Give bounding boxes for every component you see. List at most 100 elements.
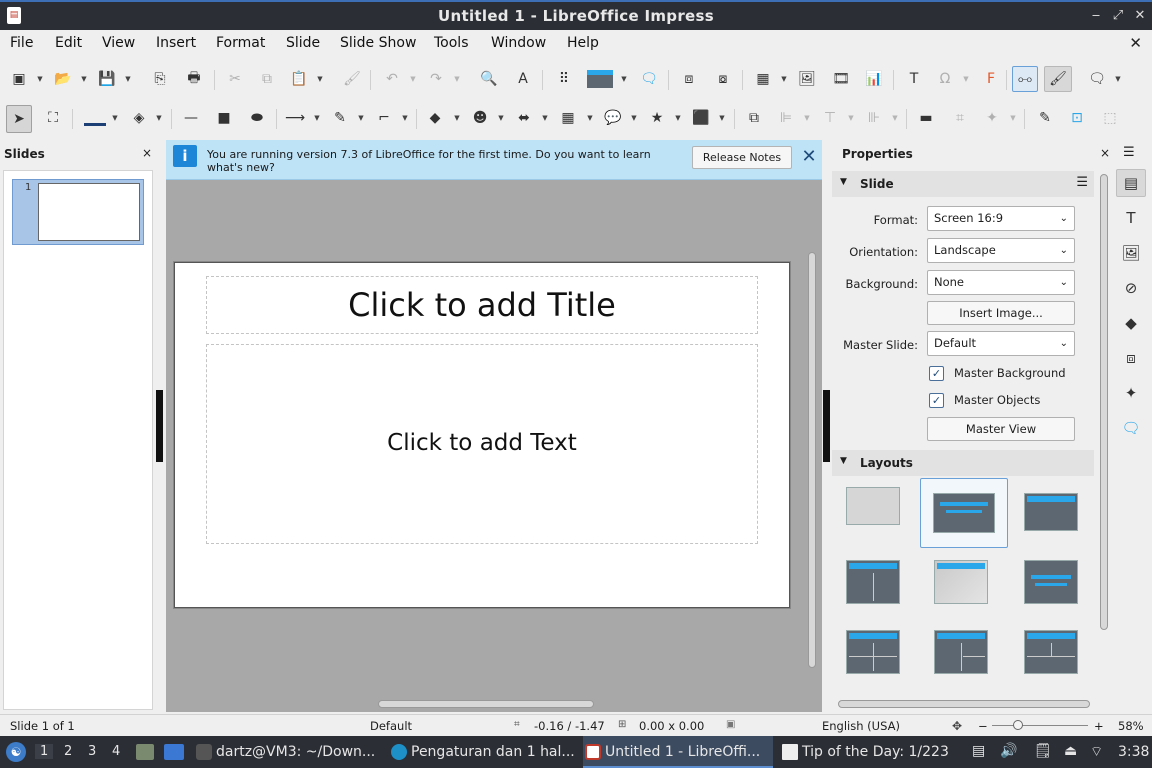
paste-icon[interactable]: 📋 [288, 68, 310, 90]
tab-navigator-icon[interactable]: ⊘ [1116, 274, 1146, 302]
workspace-3[interactable]: 3 [88, 744, 96, 759]
horizontal-scrollbar[interactable] [170, 698, 802, 710]
display-views-icon[interactable] [585, 68, 615, 90]
tab-slide-transition-icon[interactable]: ⧈ [1116, 344, 1146, 372]
network-icon[interactable]: ⌔ [1090, 743, 1103, 761]
start-from-current-slide-icon[interactable]: ⧇ [712, 68, 734, 90]
print-icon[interactable]: 🖶 [183, 68, 205, 90]
insert-image-icon[interactable]: 🖼 [796, 68, 818, 90]
flowchart-dropdown-icon[interactable]: ▼ [586, 107, 594, 129]
content-placeholder[interactable]: Click to add Text [206, 344, 758, 544]
3d-objects-dropdown-icon[interactable]: ▼ [718, 107, 726, 129]
layout-title-2-content-over-content[interactable] [1016, 628, 1086, 680]
layout-title-slide[interactable] [920, 478, 1008, 548]
glue-points-icon[interactable]: ⊡ [1066, 107, 1088, 129]
clock[interactable]: 3:38 [1118, 744, 1149, 760]
task-tip-of-the-day[interactable]: Tip of the Day: 1/223 [780, 736, 960, 768]
slide-thumbnail[interactable]: 1 [12, 179, 144, 245]
lines-arrows-dropdown-icon[interactable]: ▼ [313, 107, 321, 129]
orientation-select[interactable]: Landscape ⌄ [927, 238, 1075, 263]
cut-icon[interactable]: ✂ [224, 68, 246, 90]
callout-dropdown-icon[interactable]: ▼ [630, 107, 638, 129]
select-arrow-icon[interactable]: ➤ [6, 105, 32, 133]
menu-help[interactable]: Help [567, 35, 599, 51]
zoom-pan-icon[interactable]: ⛶ [42, 107, 64, 129]
menu-tools[interactable]: Tools [434, 35, 469, 51]
properties-close-button[interactable]: × [1100, 146, 1110, 160]
zoom-slider-track[interactable] [992, 725, 1088, 726]
flowchart-icon[interactable]: ▦ [557, 107, 579, 129]
copy-icon[interactable]: ⧉ [256, 68, 278, 90]
layout-centered-text[interactable] [1016, 556, 1086, 608]
workspace-4[interactable]: 4 [112, 744, 120, 759]
tab-gallery-icon[interactable]: 🖼 [1116, 239, 1146, 267]
transformations-icon[interactable]: ⧉ [743, 107, 765, 129]
hamburger-menu-icon[interactable]: ☰ [1076, 175, 1088, 190]
open-folder-icon[interactable]: 📂 [52, 68, 74, 90]
show-draw-functions-icon[interactable]: 🗨 [1086, 68, 1108, 90]
workspace-2[interactable]: 2 [64, 744, 72, 759]
block-arrows-dropdown-icon[interactable]: ▼ [541, 107, 549, 129]
lines-arrows-icon[interactable]: ⟶ [284, 107, 306, 129]
slide-section-header[interactable]: ▼ Slide ☰ [832, 171, 1094, 197]
start-from-first-slide-icon[interactable]: ⧈ [678, 68, 700, 90]
layout-title-only[interactable] [926, 556, 996, 608]
fill-color-dropdown-icon[interactable]: ▼ [155, 107, 163, 129]
title-placeholder[interactable]: Click to add Title [206, 276, 758, 334]
insert-media-icon[interactable]: 🎞 [830, 68, 852, 90]
insert-chart-icon[interactable]: 📊 [863, 68, 885, 90]
symbol-shapes-icon[interactable]: ☻ [469, 107, 491, 129]
slides-pane-collapse-handle[interactable] [156, 390, 163, 462]
layout-blank[interactable] [838, 479, 908, 531]
stars-dropdown-icon[interactable]: ▼ [674, 107, 682, 129]
master-background-checkbox[interactable]: ✓ [929, 366, 944, 381]
basic-shapes-icon[interactable]: ◆ [424, 107, 446, 129]
layout-title-content-and-2-content[interactable] [926, 628, 996, 680]
distribute-dropdown-icon[interactable]: ▼ [891, 107, 899, 129]
background-select[interactable]: None ⌄ [927, 270, 1075, 295]
menu-window[interactable]: Window [491, 35, 546, 51]
filter-dropdown-icon[interactable]: ▼ [1009, 107, 1017, 129]
menu-file[interactable]: File [10, 35, 33, 51]
find-replace-icon[interactable]: 🔍 [478, 68, 500, 90]
file-manager-icon[interactable] [136, 744, 154, 760]
callout-shapes-icon[interactable]: 💬 [602, 107, 624, 129]
zoom-out-button[interactable]: − [978, 719, 988, 733]
vertical-scrollbar[interactable] [806, 182, 818, 694]
helplines-icon[interactable]: ⧟ [1012, 66, 1038, 92]
special-character-dropdown-icon[interactable]: ▼ [962, 68, 970, 90]
shadow-icon[interactable]: ▬ [915, 107, 937, 129]
tab-animation-icon[interactable]: ✦ [1116, 379, 1146, 407]
curves-icon[interactable]: ✎ [329, 107, 351, 129]
insert-image-button[interactable]: Insert Image... [927, 301, 1075, 325]
format-select[interactable]: Screen 16:9 ⌄ [927, 206, 1075, 231]
menu-slide[interactable]: Slide [286, 35, 320, 51]
zoom-level[interactable]: 58% [1118, 719, 1144, 733]
notes-tray-icon[interactable]: 🗒 [1034, 743, 1052, 759]
task-browser[interactable]: Pengaturan dan 1 hal... [389, 736, 575, 768]
brush-icon[interactable]: 🖌 [1044, 66, 1072, 92]
layouts-section-header[interactable]: ▼ Layouts [832, 450, 1094, 476]
align-dropdown-icon[interactable]: ▼ [803, 107, 811, 129]
window-close-button[interactable]: ✕ [1130, 7, 1150, 25]
fit-slide-icon[interactable]: ✥ [952, 719, 962, 733]
layouts-scroll-thumb[interactable] [838, 700, 1090, 708]
workspace-1[interactable]: 1 [35, 744, 54, 759]
arrange-dropdown-icon[interactable]: ▼ [847, 107, 855, 129]
3d-objects-icon[interactable]: ⬛ [690, 107, 712, 129]
new-dropdown-icon[interactable]: ▼ [36, 68, 44, 90]
layout-title-2-content-and-content[interactable] [838, 628, 908, 680]
document-modified-icon[interactable]: ▣ [726, 719, 735, 730]
undo-dropdown-icon[interactable]: ▼ [409, 68, 417, 90]
connectors-dropdown-icon[interactable]: ▼ [401, 107, 409, 129]
show-desktop-icon[interactable] [164, 744, 184, 760]
redo-icon[interactable]: ↷ [425, 68, 447, 90]
sidebar-settings-menu-icon[interactable]: ☰ [1123, 145, 1135, 160]
comment-icon[interactable]: 🗨 [638, 68, 660, 90]
redo-dropdown-icon[interactable]: ▼ [453, 68, 461, 90]
master-slide-select[interactable]: Default ⌄ [927, 331, 1075, 356]
tab-styles-icon[interactable]: T [1116, 204, 1146, 232]
align-objects-icon[interactable]: ⊫ [775, 107, 797, 129]
table-dropdown-icon[interactable]: ▼ [780, 68, 788, 90]
layout-title-two-content[interactable] [838, 556, 908, 608]
